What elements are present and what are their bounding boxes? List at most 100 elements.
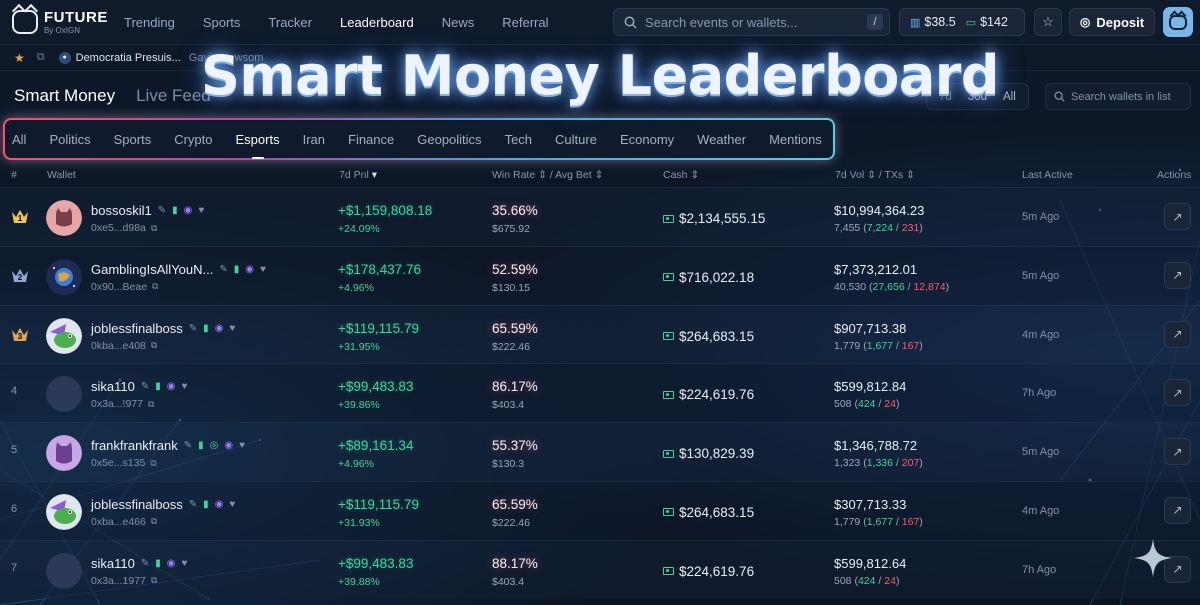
open-external-button[interactable]: ↗ [1164,496,1191,524]
cash-group: $224,619.76 [663,564,754,579]
nav-leaderboard[interactable]: Leaderboard [340,15,414,30]
wallet-name-group[interactable]: joblessfinalboss ✎ ▮ ◉ ♥ [91,321,235,336]
edit-icon[interactable]: ✎ [189,499,197,510]
nav-news[interactable]: News [442,15,475,30]
category-tab-economy[interactable]: Economy [608,132,685,147]
wallet-name-group[interactable]: sika110 ✎ ▮ ◉ ♥ [91,379,187,394]
deposit-button[interactable]: ◎ Deposit [1069,8,1155,36]
copy-icon[interactable]: ⧉ [151,340,157,351]
category-tab-mentions[interactable]: Mentions [758,132,834,147]
avatar[interactable] [46,493,82,530]
nav-sports[interactable]: Sports [203,15,241,30]
open-external-button[interactable]: ↗ [1164,261,1191,289]
edit-icon[interactable]: ✎ [158,205,166,216]
category-tab-sports[interactable]: Sports [102,132,163,147]
copy-icon[interactable]: ⧉ [148,399,154,410]
wallet-address: 0x3a...1977 [91,574,146,587]
wallet-name[interactable]: joblessfinalboss [91,497,183,512]
col-pnl[interactable]: 7d Pnl ▾ [339,169,377,181]
wallet-name[interactable]: bossoskil1 [91,203,152,218]
volume-value: $907,713.38 [834,320,907,336]
category-tab-tech[interactable]: Tech [493,132,543,147]
col-cash[interactable]: Cash ⇕ [663,169,699,181]
profile-avatar-button[interactable] [1163,7,1193,37]
open-external-button[interactable]: ↗ [1164,438,1191,466]
volume-value: $1,346,788.72 [834,438,918,454]
nav-referral[interactable]: Referral [502,15,548,30]
search-input[interactable] [645,14,865,30]
avatar[interactable] [46,376,82,413]
category-tab-iran[interactable]: Iran [291,132,336,147]
wallet-name-group[interactable]: frankfrankfrank ✎ ▮ ◎ ◉ ♥ [91,438,245,453]
category-tab-culture[interactable]: Culture [544,132,609,147]
heart-icon[interactable]: ♥ [229,323,235,334]
category-tab-crypto[interactable]: Crypto [163,132,224,147]
wallet-name[interactable]: sika110 [91,556,135,571]
volume-value: $10,994,364.23 [834,203,925,218]
heart-icon[interactable]: ♥ [260,264,266,275]
portfolio-icon: ▥ [910,16,921,29]
copy-icon[interactable]: ⧉ [150,458,156,469]
nav-tracker[interactable]: Tracker [268,15,312,30]
gamepad-icon: ◉ [245,263,254,275]
pnl-value: +$119,115.79 [338,496,419,512]
wallet-name-group[interactable]: bossoskil1 ✎ ▮ ◉ ♥ [91,203,204,218]
heart-icon[interactable]: ♥ [198,205,204,216]
edit-icon[interactable]: ✎ [141,381,149,392]
gamepad-icon: ◉ [214,322,224,334]
money-bag-icon: ▮ [155,557,161,569]
volume-value: $599,812.84 [834,379,907,395]
category-tab-geopolitics[interactable]: Geopolitics [406,132,493,147]
heart-icon[interactable]: ♥ [239,440,245,451]
edit-icon[interactable]: ✎ [141,558,149,569]
wallet-name-group[interactable]: joblessfinalboss ✎ ▮ ◉ ♥ [91,497,235,512]
txs-buy: 424 [857,574,876,587]
wallet-name-group[interactable]: GamblingIsAllYouN... ✎ ▮ ◉ ♥ [91,262,266,277]
open-external-button[interactable]: ↗ [1164,379,1191,407]
edit-icon[interactable]: ✎ [189,323,197,334]
copy-icon[interactable]: ⧉ [151,223,157,234]
avatar[interactable] [46,552,82,589]
heart-icon[interactable]: ♥ [181,381,187,392]
avatar[interactable] [46,317,82,354]
heart-icon[interactable]: ♥ [181,558,187,569]
edit-icon[interactable]: ✎ [219,264,227,275]
col-rank: # [11,169,17,181]
nav-trending[interactable]: Trending [124,15,175,30]
brand-name: FUTURE [44,8,108,26]
category-tab-finance[interactable]: Finance [337,132,406,147]
wallet-name[interactable]: joblessfinalboss [91,321,183,336]
copy-icon[interactable]: ⧉ [152,281,158,292]
rank-number: 4 [11,385,18,398]
rank-number: 6 [11,502,18,515]
col-pnl-label: 7d Pnl [339,169,369,181]
rank-number: 1 [17,214,23,223]
open-external-button[interactable]: ↗ [1164,203,1191,230]
wallet-name-group[interactable]: sika110 ✎ ▮ ◉ ♥ [91,556,187,571]
col-last-active: Last Active [1022,169,1073,181]
avatar[interactable] [46,200,82,236]
wallet-name[interactable]: GamblingIsAllYouN... [91,262,213,277]
watchlist-button[interactable]: ☆ [1034,8,1062,36]
category-tab-all[interactable]: All [5,132,38,147]
crown-silver-icon: 2 [11,267,29,283]
balances[interactable]: ▥ $38.5 ▭ $142 [899,8,1025,36]
category-tab-politics[interactable]: Politics [38,132,102,147]
open-external-button[interactable]: ↗ [1164,320,1191,348]
avatar[interactable] [46,435,82,472]
brand-logo[interactable]: FUTURE By OxIGN [12,10,116,35]
txs-total: 1,323 [834,457,861,470]
avatar[interactable] [46,258,82,295]
edit-icon[interactable]: ✎ [184,440,192,451]
txs-buy: 7,224 [866,222,893,234]
category-tab-esports[interactable]: Esports [224,132,291,159]
heart-icon[interactable]: ♥ [229,499,235,510]
copy-icon[interactable]: ⧉ [151,575,157,586]
copy-icon[interactable]: ⧉ [151,516,157,527]
col-winrate[interactable]: Win Rate ⇕ / Avg Bet ⇕ [492,169,603,181]
wallet-name[interactable]: sika110 [91,379,135,394]
col-vol[interactable]: 7d Vol ⇕ / TXs ⇕ [835,169,915,181]
global-search[interactable]: / [613,8,890,36]
category-tab-weather[interactable]: Weather [686,132,758,147]
wallet-name[interactable]: frankfrankfrank [91,438,178,453]
